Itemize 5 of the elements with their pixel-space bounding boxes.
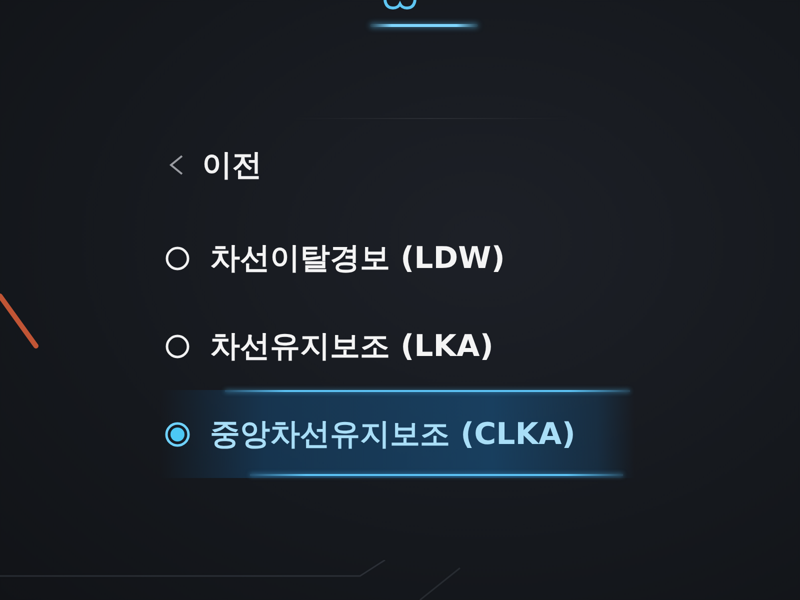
back-button[interactable]: 이전 — [160, 140, 270, 190]
option-item[interactable]: 차선이탈경보 (LDW) — [160, 214, 635, 302]
chevron-left-icon — [168, 153, 184, 177]
cropped-icon[interactable] — [382, 0, 418, 10]
option-item[interactable]: 차선유지보조 (LKA) — [160, 302, 635, 390]
